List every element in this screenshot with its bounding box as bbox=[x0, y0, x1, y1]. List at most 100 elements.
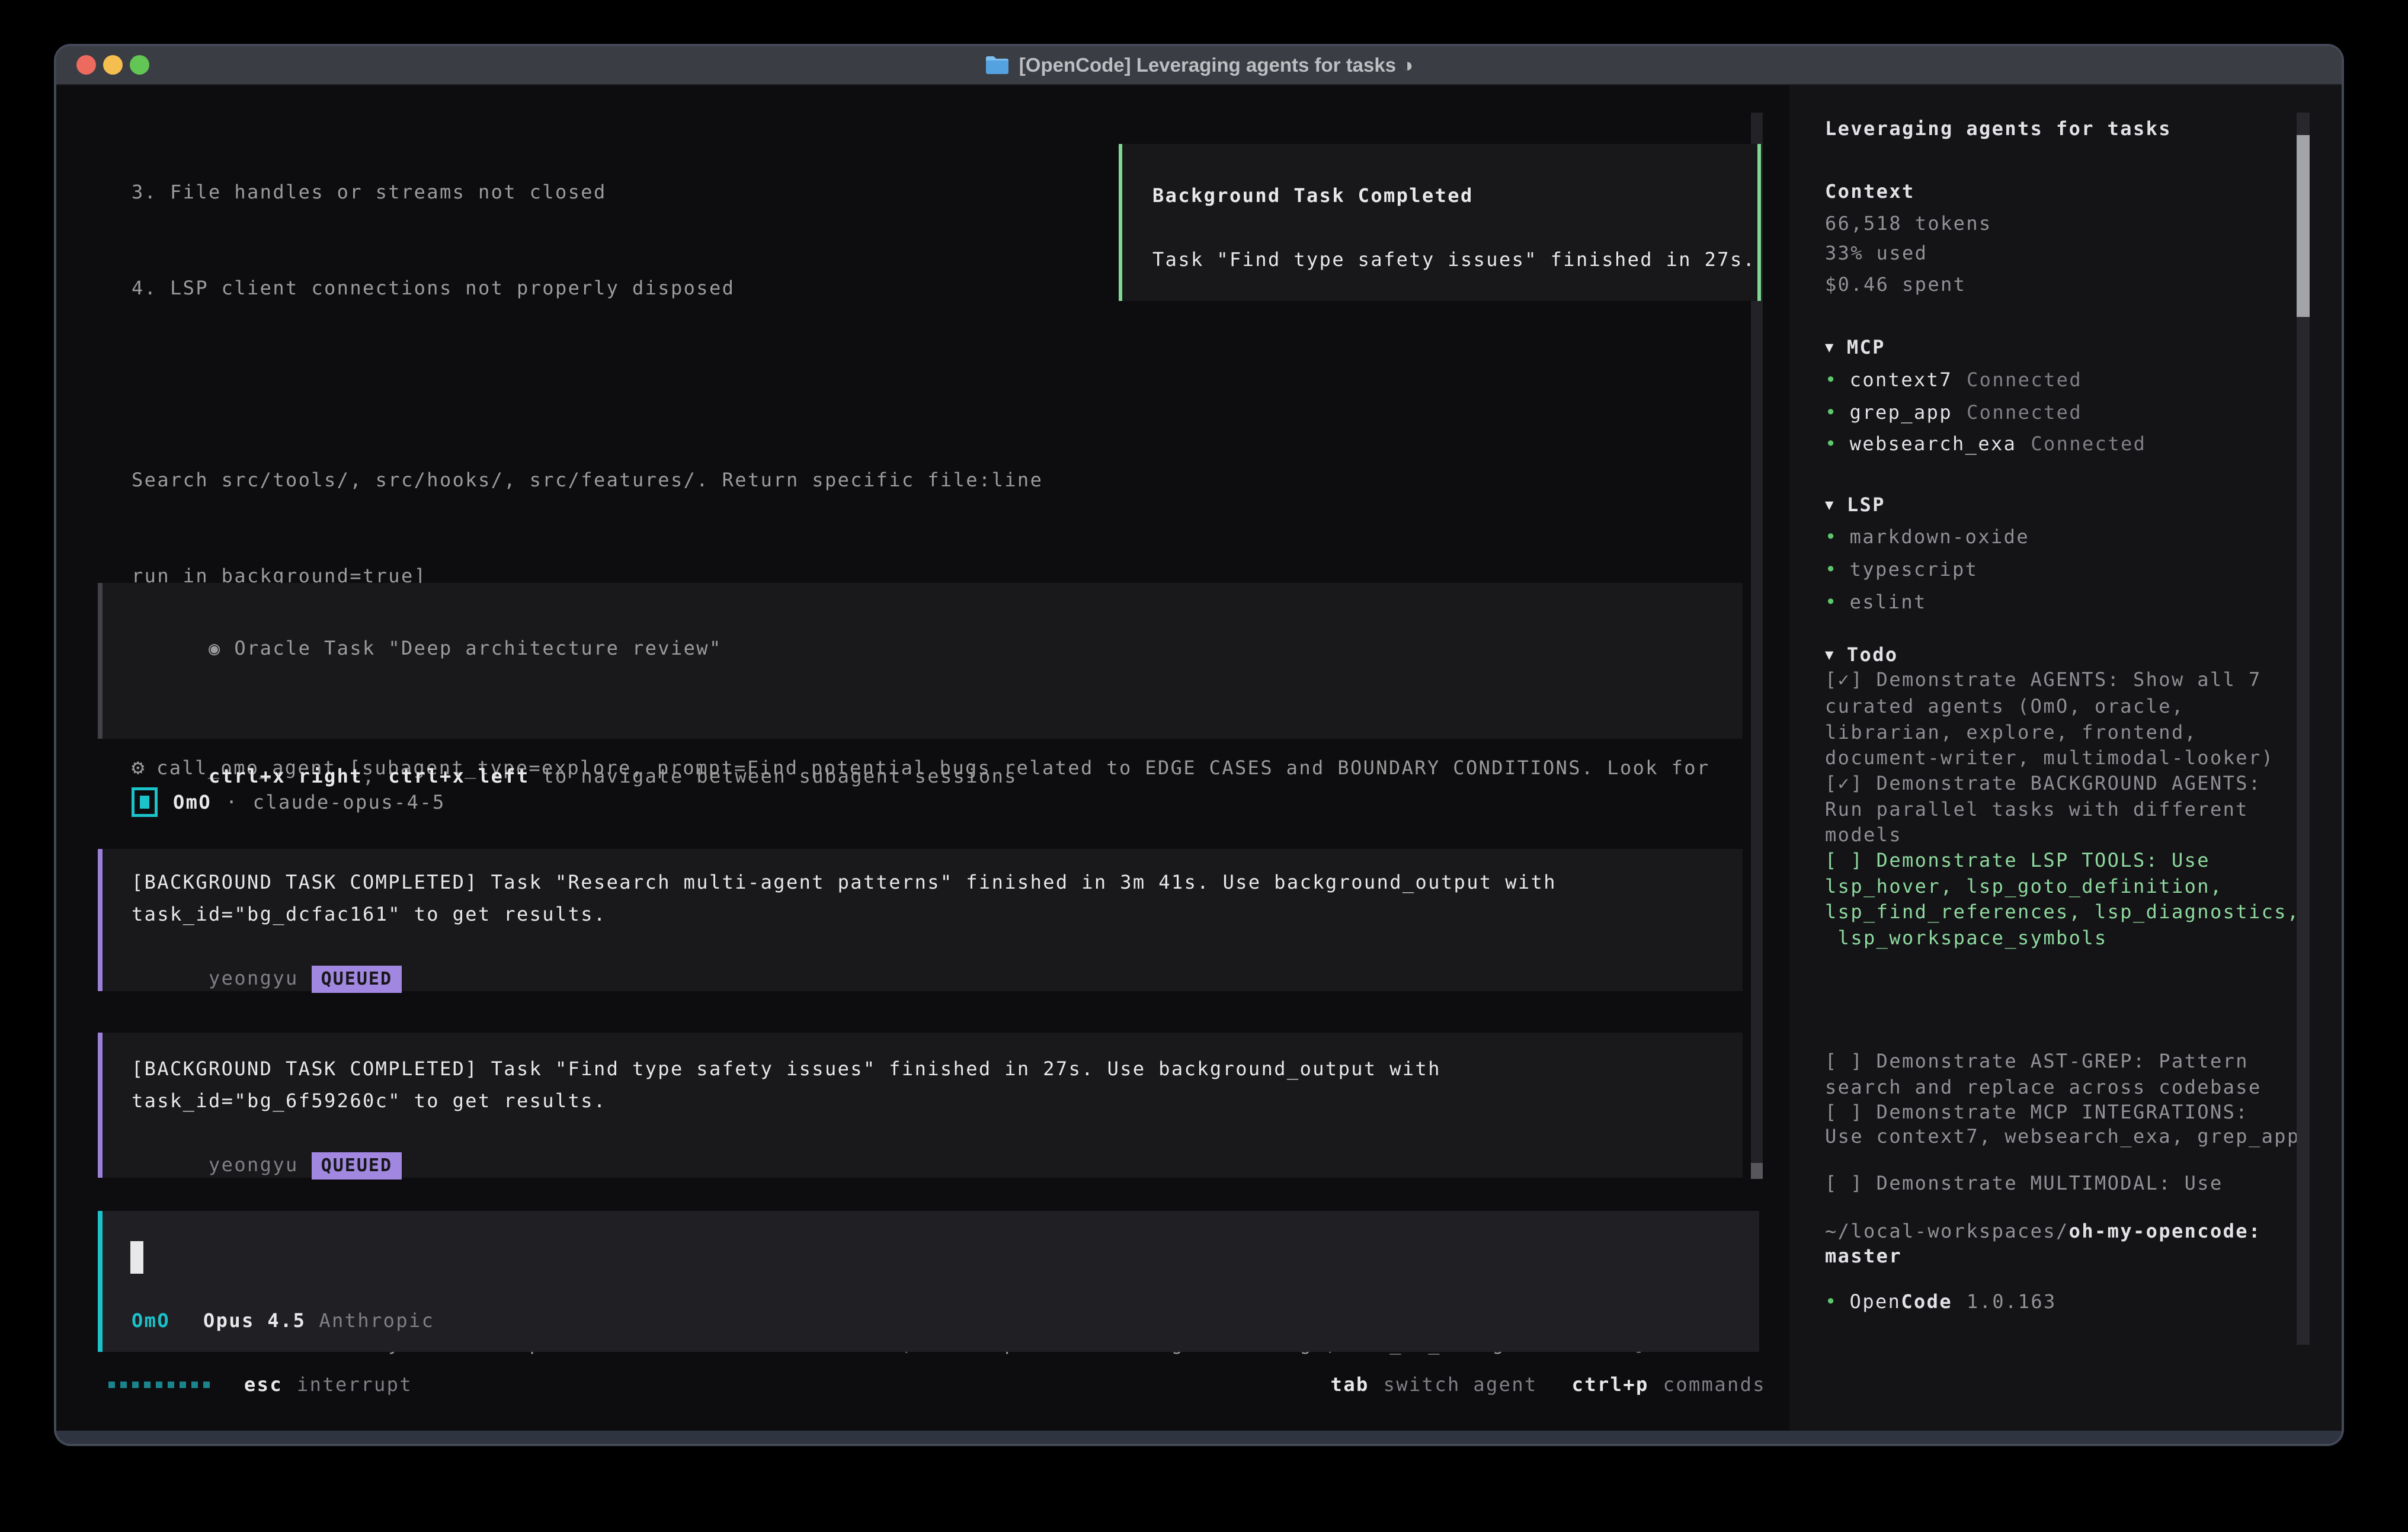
lsp-heading-label: LSP bbox=[1847, 492, 1885, 518]
minimize-button[interactable] bbox=[103, 55, 123, 75]
todo-line: [ ] Demonstrate MULTIMODAL: Use bbox=[1825, 1170, 2223, 1196]
input-provider: Anthropic bbox=[319, 1305, 434, 1337]
status-dot-icon: • bbox=[1825, 399, 1838, 425]
task-message-line2: task_id="bg_dcfac161" to get results. bbox=[103, 898, 1743, 930]
todo-line: librarian, explore, frontend, bbox=[1825, 719, 2197, 745]
workspace-repo: oh-my-opencode: bbox=[2069, 1218, 2262, 1244]
todo-line: models bbox=[1825, 822, 1902, 848]
status-dot-icon: • bbox=[1825, 431, 1838, 457]
task-message-line1: [BACKGROUND TASK COMPLETED] Task "Find t… bbox=[103, 1033, 1743, 1085]
keyhint-ctrlx-left: ctrl+x left bbox=[388, 765, 529, 787]
lsp-section-heading[interactable]: ▼ LSP bbox=[1825, 492, 1885, 518]
log-line bbox=[132, 368, 1710, 400]
chevron-down-icon: ▼ bbox=[1825, 492, 1835, 518]
input-cursor bbox=[130, 1241, 143, 1274]
esc-key-hint: esc bbox=[244, 1368, 283, 1400]
todo-line: Use context7, websearch_exa, grep_app bbox=[1825, 1123, 2300, 1149]
task-message-line1: [BACKGROUND TASK COMPLETED] Task "Resear… bbox=[103, 849, 1743, 898]
spinner-icon bbox=[108, 1382, 210, 1388]
status-bar-left: esc interrupt bbox=[108, 1368, 412, 1400]
todo-line: Run parallel tasks with different bbox=[1825, 796, 2249, 822]
context-used: 33% used bbox=[1825, 240, 1927, 266]
terminal-window: 3. File handles or streams not closed 4.… bbox=[56, 46, 2342, 1444]
oracle-task-box: ◉ Oracle Task "Deep architecture review"… bbox=[98, 583, 1743, 739]
input-agent-name: OmO bbox=[132, 1305, 170, 1337]
task-user: yeongyu bbox=[209, 1153, 299, 1176]
background-task-card: [BACKGROUND TASK COMPLETED] Task "Resear… bbox=[98, 849, 1743, 991]
keyhint-label: to navigate between subagent sessions bbox=[530, 765, 1017, 787]
close-button[interactable] bbox=[76, 55, 96, 75]
esc-key-label: interrupt bbox=[297, 1368, 412, 1400]
agent-model: claude-opus-4-5 bbox=[253, 786, 446, 818]
task-status-badge: QUEUED bbox=[312, 966, 402, 993]
sidebar-title: Leveraging agents for tasks bbox=[1825, 116, 2172, 142]
prompt-input[interactable]: OmO Opus 4.5 Anthropic bbox=[98, 1211, 1759, 1352]
mcp-item-name: context7 bbox=[1850, 367, 1952, 393]
tab-key-label: switch agent bbox=[1384, 1368, 1538, 1400]
oracle-task-heading: Oracle Task "Deep architecture review" bbox=[234, 637, 722, 659]
mcp-item: • grep_app Connected bbox=[1825, 399, 2082, 425]
app-name-prefix: Open bbox=[1850, 1289, 1901, 1315]
lsp-item: • markdown-oxide bbox=[1825, 524, 2029, 550]
mcp-item-status: Connected bbox=[1967, 367, 2082, 393]
ctrlp-key-hint: ctrl+p bbox=[1572, 1368, 1649, 1400]
app-version: 1.0.163 bbox=[1967, 1289, 2057, 1315]
todo-line: [✓] Demonstrate AGENTS: Show all 7 bbox=[1825, 666, 2262, 693]
todo-line: document-writer, multimodal-looker) bbox=[1825, 745, 2274, 771]
main-scrollbar-thumb[interactable] bbox=[1751, 1163, 1763, 1179]
status-dot-icon: • bbox=[1825, 1289, 1838, 1315]
todo-section-heading[interactable]: ▼ Todo bbox=[1825, 642, 1898, 668]
app-name-bold: Code bbox=[1901, 1289, 1952, 1315]
task-status-badge: QUEUED bbox=[312, 1152, 402, 1180]
lsp-item: • typescript bbox=[1825, 556, 1978, 582]
workspace-branch: master bbox=[1825, 1243, 1902, 1269]
todo-line: lsp_workspace_symbols bbox=[1825, 925, 2108, 951]
notification-title: Background Task Completed bbox=[1122, 180, 1757, 211]
mcp-item: • context7 Connected bbox=[1825, 367, 2082, 393]
lsp-item: • eslint bbox=[1825, 589, 1927, 615]
version-row: • OpenCode 1.0.163 bbox=[1825, 1289, 2057, 1315]
omo-agent-icon bbox=[132, 787, 158, 817]
todo-line: lsp_hover, lsp_goto_definition, bbox=[1825, 873, 2223, 899]
status-dot-icon: • bbox=[1825, 589, 1838, 615]
todo-line: [ ] Demonstrate MCP INTEGRATIONS: bbox=[1825, 1099, 2249, 1125]
window-title: [OpenCode] Leveraging agents for tasks ◑ bbox=[1019, 54, 1413, 76]
task-notification-toast: Background Task Completed Task "Find typ… bbox=[1119, 144, 1761, 301]
window-bottom-edge bbox=[56, 1431, 2342, 1444]
mcp-item-status: Connected bbox=[2031, 431, 2146, 457]
oracle-icon: ◉ bbox=[209, 637, 222, 659]
keyhint-sep: , bbox=[363, 765, 388, 787]
keyhint-ctrlx-right: ctrl+x right bbox=[209, 765, 363, 787]
mcp-item-status: Connected bbox=[1967, 399, 2082, 425]
todo-heading-label: Todo bbox=[1847, 642, 1898, 668]
zoom-button[interactable] bbox=[130, 55, 149, 75]
context-heading: Context bbox=[1825, 178, 1915, 204]
status-dot-icon: • bbox=[1825, 556, 1838, 582]
todo-line: search and replace across codebase bbox=[1825, 1074, 2262, 1100]
sidebar-scrollbar-thumb[interactable] bbox=[2297, 135, 2310, 317]
chevron-down-icon: ▼ bbox=[1825, 334, 1835, 360]
todo-line: [ ] Demonstrate AST-GREP: Pattern bbox=[1825, 1048, 2249, 1074]
status-dot-icon: • bbox=[1825, 367, 1838, 393]
context-spent: $0.46 spent bbox=[1825, 271, 1966, 297]
agent-session-header[interactable]: OmO · claude-opus-4-5 bbox=[132, 786, 446, 818]
todo-line: curated agents (OmO, oracle, bbox=[1825, 693, 2185, 719]
mcp-item-name: grep_app bbox=[1850, 399, 1952, 425]
task-message-line2: task_id="bg_6f59260c" to get results. bbox=[103, 1085, 1743, 1117]
background-task-card: [BACKGROUND TASK COMPLETED] Task "Find t… bbox=[98, 1033, 1743, 1178]
status-dot-icon: • bbox=[1825, 524, 1838, 550]
mcp-section-heading[interactable]: ▼ MCP bbox=[1825, 334, 1885, 360]
separator-dot: · bbox=[226, 786, 239, 818]
titlebar[interactable]: [OpenCode] Leveraging agents for tasks ◑ bbox=[56, 46, 2342, 85]
workspace-path-row: ~/local-workspaces/oh-my-opencode: bbox=[1825, 1218, 2262, 1244]
mcp-heading-label: MCP bbox=[1847, 334, 1885, 360]
status-bar-right: tab switch agent ctrl+p commands bbox=[1331, 1368, 1766, 1400]
ctrlp-key-label: commands bbox=[1663, 1368, 1766, 1400]
todo-line: [✓] Demonstrate BACKGROUND AGENTS: bbox=[1825, 770, 2262, 796]
mcp-item-name: websearch_exa bbox=[1850, 431, 2017, 457]
mcp-item: • websearch_exa Connected bbox=[1825, 431, 2146, 457]
lsp-item-name: typescript bbox=[1850, 556, 1978, 582]
input-model[interactable]: Opus 4.5 bbox=[203, 1305, 306, 1337]
workspace-path: ~/local-workspaces/ bbox=[1825, 1218, 2069, 1244]
log-line: Search src/tools/, src/hooks/, src/featu… bbox=[132, 464, 1710, 496]
